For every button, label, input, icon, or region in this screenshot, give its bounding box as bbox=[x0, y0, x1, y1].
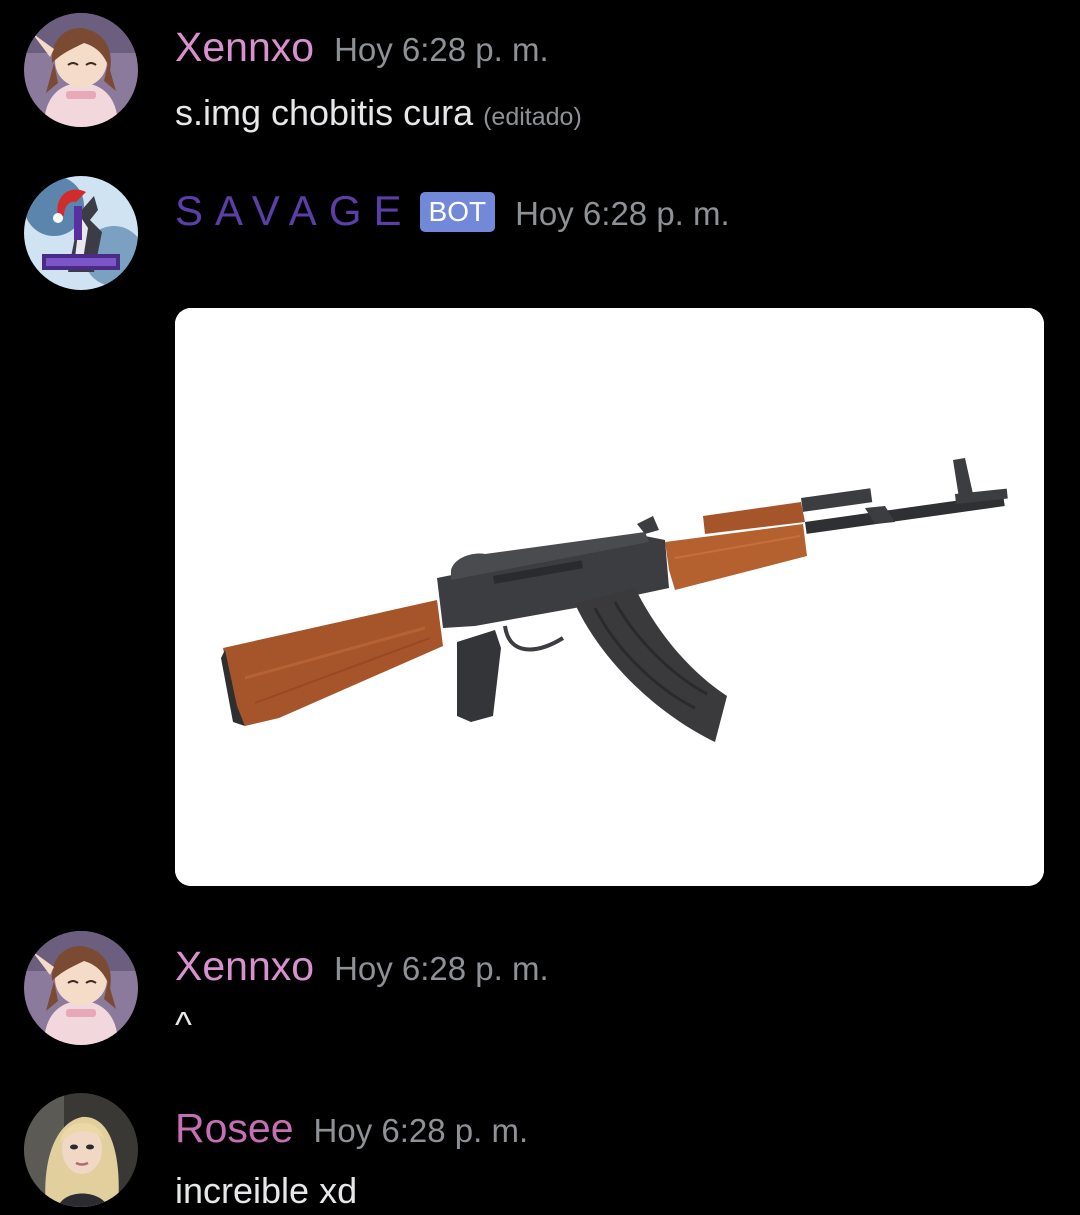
timestamp: Hoy 6:28 p. m. bbox=[313, 1112, 529, 1149]
message-text: s.img chobitis cura bbox=[175, 92, 474, 133]
timestamp: Hoy 6:28 p. m. bbox=[334, 950, 549, 987]
bot-badge: BOT bbox=[419, 192, 496, 232]
timestamp: Hoy 6:28 p. m. bbox=[515, 195, 730, 232]
blonde-woman-avatar-icon[interactable] bbox=[24, 1093, 138, 1207]
anime-girl-avatar-icon[interactable] bbox=[24, 931, 138, 1045]
message-content: s.img chobitis cura (editado) bbox=[175, 92, 582, 134]
message-content: ^ bbox=[175, 1004, 192, 1046]
username[interactable]: Rosee bbox=[175, 1108, 294, 1149]
bot-username[interactable]: SAVAGE bbox=[175, 190, 414, 232]
message-text: increible xd bbox=[175, 1170, 358, 1211]
message-content: increible xd bbox=[175, 1170, 357, 1212]
message-header: Xennxo Hoy 6:28 p. m. bbox=[175, 27, 549, 69]
username[interactable]: Xennxo bbox=[175, 27, 314, 68]
message-header: SAVAGE BOT Hoy 6:28 p. m. bbox=[175, 190, 730, 236]
message-header: Rosee Hoy 6:28 p. m. bbox=[175, 1108, 528, 1150]
rifle-image-icon[interactable] bbox=[175, 308, 1044, 886]
username[interactable]: Xennxo bbox=[175, 946, 314, 987]
edited-label: (editado) bbox=[483, 103, 582, 131]
timestamp: Hoy 6:28 p. m. bbox=[334, 31, 549, 68]
message-text: ^ bbox=[175, 1004, 192, 1045]
anime-girl-avatar-icon[interactable] bbox=[24, 13, 138, 127]
message-header: Xennxo Hoy 6:28 p. m. bbox=[175, 946, 549, 988]
howling-wolf-santa-hat-avatar-icon[interactable] bbox=[24, 176, 138, 290]
